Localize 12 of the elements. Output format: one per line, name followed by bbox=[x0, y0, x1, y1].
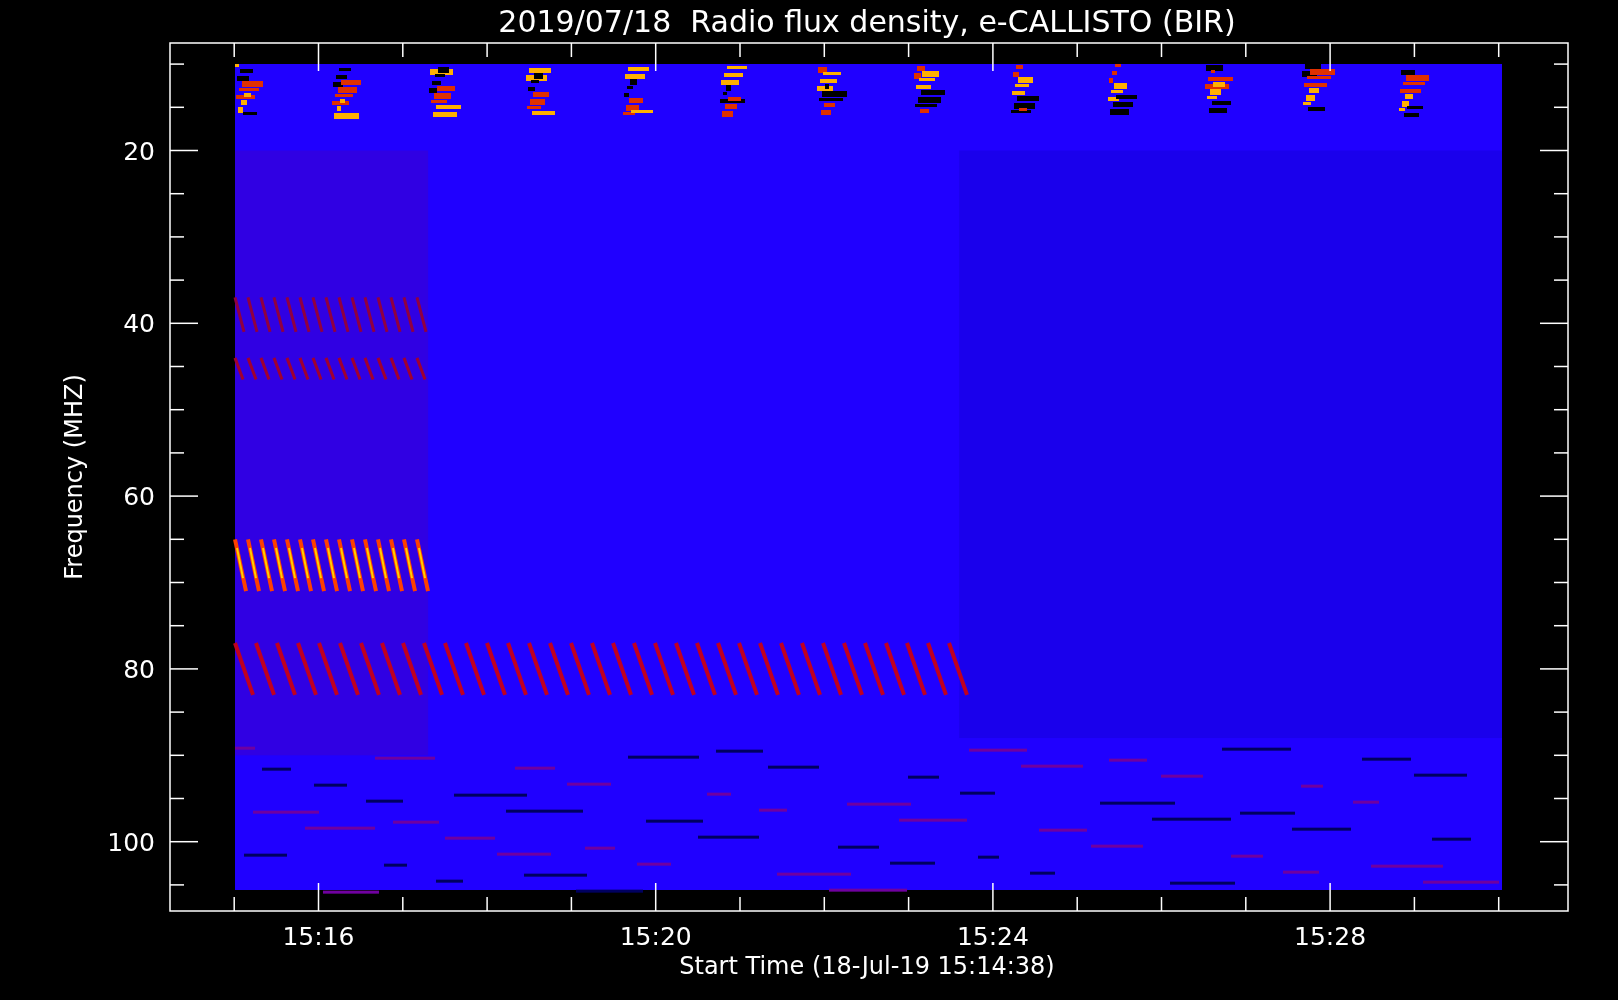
x-tick-label: 15:20 bbox=[619, 922, 692, 951]
x-tick-label: 15:28 bbox=[1294, 922, 1367, 951]
y-tick-label: 60 bbox=[123, 482, 155, 512]
y-tick-label: 40 bbox=[123, 309, 155, 339]
y-tick-label: 80 bbox=[123, 654, 155, 684]
x-axis-label: Start Time (18-Jul-19 15:14:38) bbox=[679, 952, 1055, 980]
chart-title: 2019/07/18 Radio flux density, e-CALLISTO (BIR) bbox=[498, 4, 1236, 39]
x-tick-label: 15:24 bbox=[956, 922, 1029, 951]
x-tick-label: 15:16 bbox=[282, 922, 355, 951]
y-tick-label: 100 bbox=[107, 827, 155, 857]
y-tick-label: 20 bbox=[123, 136, 155, 166]
y-axis-label: Frequency (MHZ) bbox=[60, 374, 88, 580]
